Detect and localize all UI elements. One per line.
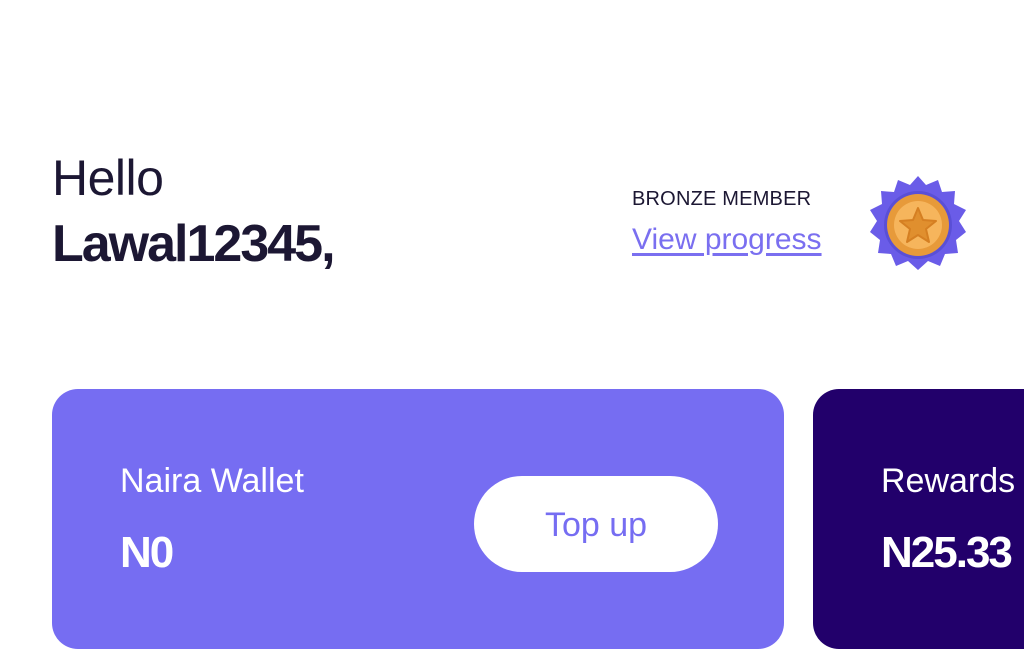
naira-wallet-card: Naira Wallet N0 Top up xyxy=(52,389,784,649)
membership-tier: BRONZE MEMBER xyxy=(632,188,812,210)
greeting-username: Lawal12345, xyxy=(52,215,336,273)
membership-info: BRONZE MEMBER View progress xyxy=(632,186,822,258)
wallet-balance: N0 xyxy=(120,528,174,577)
rewards-balance: N25.33 xyxy=(881,528,1013,577)
top-up-button[interactable]: Top up xyxy=(474,476,718,572)
view-progress-link[interactable]: View progress xyxy=(632,222,822,258)
greeting: Hello Lawal12345, xyxy=(52,148,336,274)
rewards-card: Rewards N25.33 xyxy=(813,389,1024,649)
rewards-label: Rewards xyxy=(881,462,1016,500)
bronze-medal-star-icon[interactable] xyxy=(862,172,974,284)
greeting-hello: Hello xyxy=(52,150,164,206)
wallet-label: Naira Wallet xyxy=(120,462,304,500)
